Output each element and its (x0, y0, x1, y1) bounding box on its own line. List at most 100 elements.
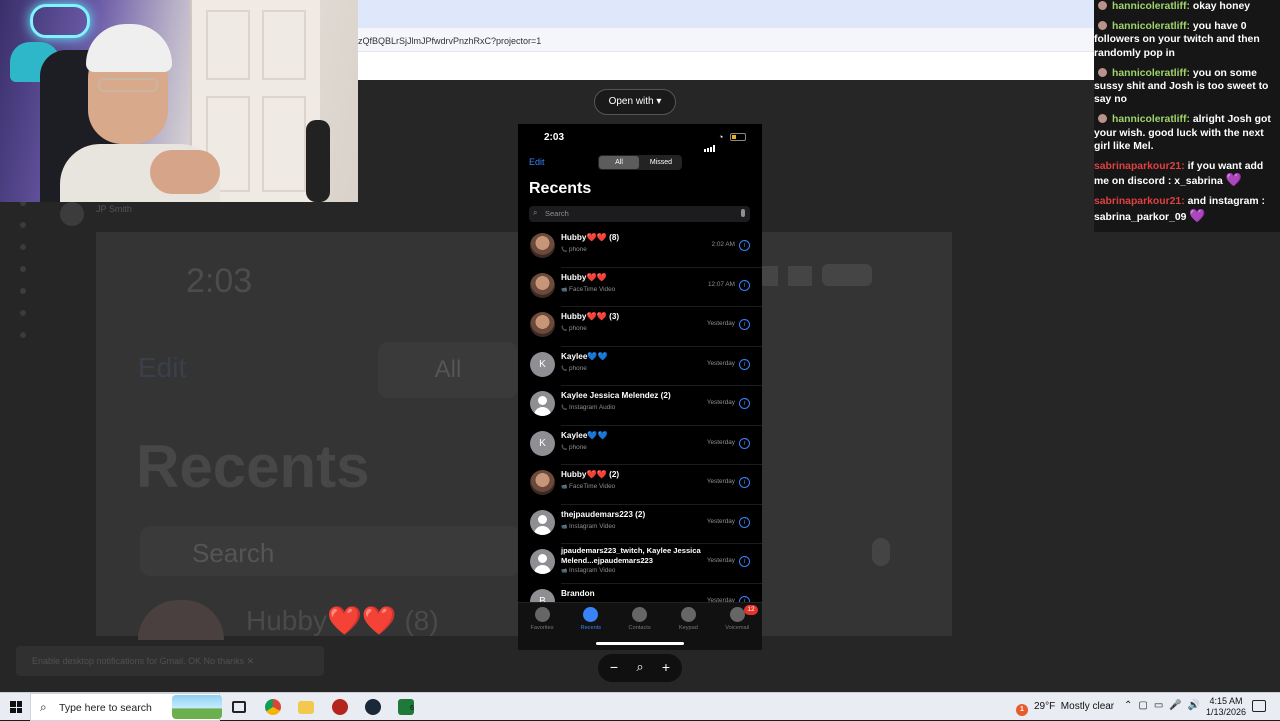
edit-button[interactable]: Edit (529, 157, 545, 167)
background-edit: Edit (138, 352, 187, 383)
tab-favorites[interactable]: Favorites (518, 607, 566, 631)
info-icon[interactable]: i (739, 437, 750, 449)
search-highlight-image[interactable] (172, 695, 222, 719)
call-time: Yesterday (706, 478, 735, 485)
signal-icon (704, 134, 716, 152)
call-type-label: FaceTime Video (569, 483, 616, 490)
background-sidebar-icons (14, 200, 34, 360)
chat-username[interactable]: sabrinaparkour21 (1094, 196, 1181, 207)
chat-badge-icon (1098, 1, 1107, 10)
zoom-out-button[interactable]: − (604, 659, 624, 675)
beanie (86, 24, 172, 72)
caller-name: Kaylee💙💙 (561, 351, 608, 361)
chat-username[interactable]: hannicoleratliff (1112, 68, 1186, 79)
call-type: 📹 FaceTime Video (561, 286, 615, 293)
contacts-icon (632, 607, 648, 622)
purple-heart-emoji: 💜 (1225, 172, 1242, 188)
task-view-icon[interactable] (232, 701, 246, 713)
windows-start-icon[interactable] (10, 701, 22, 713)
caller-name: Hubby❤️❤️ (3) (561, 312, 620, 321)
chat-colon: : (1186, 67, 1190, 79)
neon-controller-sign (30, 4, 90, 38)
call-type: 📞 phone (561, 444, 587, 451)
background-sender-name: JP Smith (96, 204, 132, 214)
call-row[interactable]: jpaudemars223_twitch, Kaylee Jessica Mel… (518, 544, 762, 584)
segment-all[interactable]: All (599, 156, 639, 169)
call-type-icon: 📹 (561, 484, 568, 490)
background-status-icons (760, 264, 900, 300)
steam-icon[interactable] (365, 699, 381, 715)
tab-keypad[interactable]: Keypad (664, 607, 712, 631)
call-type-icon: 📹 (561, 286, 568, 293)
call-type-icon: 📞 (561, 326, 568, 332)
person-placeholder-icon (530, 509, 555, 535)
call-time: Yesterday (706, 359, 735, 367)
chat-badge-icon (1098, 114, 1107, 124)
weather-badge: 1 (1016, 704, 1028, 716)
segment-missed[interactable]: Missed (642, 156, 680, 169)
page-title: Recents (529, 180, 592, 197)
call-row[interactable]: Hubby❤️❤️ (2) 📹 FaceTime Video Yesterday i (518, 465, 762, 505)
call-type-icon: 📹 (561, 568, 568, 574)
chevron-down-icon: ▾ (656, 96, 662, 107)
info-icon[interactable]: i (739, 556, 750, 567)
call-row[interactable]: Hubby❤️❤️ 📹 FaceTime Video 12:07 AM i (518, 268, 762, 307)
taskbar-clock[interactable]: 4:15 AM 1/13/2026 (1204, 696, 1248, 718)
call-type: 📹 Instagram Video (561, 523, 615, 530)
zoom-reset-icon[interactable]: ⌕ (630, 659, 650, 675)
clock-date: 1/13/2026 (1205, 707, 1247, 717)
app-icon[interactable] (332, 699, 348, 715)
battery-icon (730, 133, 746, 141)
tab-recents[interactable]: Recents (567, 607, 615, 631)
system-tray-icons[interactable]: ⌃▢▭🎤🔊 (1124, 700, 1206, 711)
call-row[interactable]: Kaylee Jessica Melendez (2) 📞 Instagram A… (518, 386, 762, 426)
chat-message: hannicoleratliff: you have 0 followers o… (1094, 20, 1276, 60)
chat-username[interactable]: sabrinaparkour21 (1094, 161, 1181, 172)
open-with-button[interactable]: Open with ▾ (594, 89, 676, 115)
call-row[interactable]: Hubby❤️❤️ (3) 📞 phone Yesterday i (518, 307, 762, 347)
background-sender-avatar (60, 202, 84, 226)
home-indicator (596, 642, 684, 645)
call-row[interactable]: thejpaudemars223 (2) 📹 Instagram Video Yes… (518, 505, 762, 544)
caller-name: thejpaudemars223 (2) (561, 509, 646, 519)
info-icon[interactable]: i (739, 477, 750, 488)
tab-contacts[interactable]: Contacts (616, 607, 664, 631)
call-row[interactable]: Hubby❤️❤️ (8) 📞 phone 2:02 AM i (518, 228, 762, 268)
caller-name: Hubby❤️❤️ (561, 272, 607, 282)
file-explorer-icon[interactable] (298, 701, 314, 714)
info-icon[interactable]: i (739, 516, 750, 528)
chat-username[interactable]: hannicoleratliff (1112, 21, 1186, 32)
chat-colon: : (1181, 196, 1185, 208)
info-icon[interactable]: i (739, 240, 750, 251)
tab-voicemail[interactable]: Voicemail (713, 607, 761, 631)
search-input[interactable]: ⌕ Search (529, 206, 750, 222)
info-icon[interactable]: i (739, 319, 750, 330)
purple-heart-emoji: 💜 (1189, 207, 1206, 223)
call-row[interactable]: K Kaylee💙💙 📞 phone Yesterday i (518, 347, 762, 386)
chat-username[interactable]: hannicoleratliff (1112, 114, 1186, 125)
microphone-icon[interactable] (741, 209, 745, 217)
background-all: All (378, 342, 518, 398)
chat-colon: : (1181, 161, 1185, 173)
status-time: 2:03 (544, 132, 565, 143)
caller-name: Brandon (561, 588, 595, 598)
call-type: 📞 phone (561, 246, 587, 253)
zoom-in-button[interactable]: + (656, 659, 676, 675)
call-type-label: Instagram Video (569, 567, 616, 574)
screen: JP Smith 2:03 Edit All Recents Search Hu… (0, 0, 1280, 692)
streamer-hand (150, 150, 220, 194)
glasses (98, 78, 158, 92)
url-bar[interactable]: zQfBQBLrSjJlmJPfwdrvPnzhRxC?projector=1 (358, 28, 1095, 52)
info-icon[interactable]: i (739, 279, 750, 291)
gmail-notification-prompt[interactable]: Enable desktop notifications for Gmail. … (16, 646, 324, 676)
call-time: Yesterday (706, 320, 735, 327)
weather-widget[interactable]: 1 29°F Mostly clear (1016, 701, 1114, 716)
notification-center-icon[interactable] (1252, 700, 1266, 712)
tab-label: Recents (580, 625, 602, 631)
call-row[interactable]: K Kaylee💙💙 📞 phone Yesterday i (518, 426, 762, 465)
chat-message: hannicoleratliff: okay honey (1094, 0, 1276, 13)
info-icon[interactable]: i (739, 358, 750, 370)
chrome-icon[interactable] (265, 699, 281, 715)
chat-username[interactable]: hannicoleratliff (1112, 1, 1186, 12)
info-icon[interactable]: i (739, 398, 750, 409)
